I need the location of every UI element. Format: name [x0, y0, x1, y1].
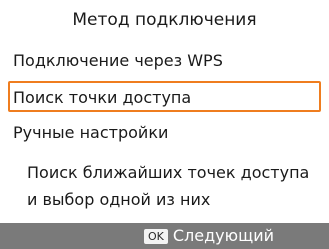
menu-item-wps[interactable]: Подключение через WPS: [8, 44, 321, 75]
option-description: Поиск ближайших точек доступа и выбор од…: [27, 159, 317, 213]
connection-method-screen: Метод подключения Подключение через WPS …: [0, 0, 329, 249]
menu-item-label: Подключение через WPS: [13, 51, 223, 70]
description-line: Поиск ближайших точек доступа: [27, 163, 310, 182]
menu-item-search-access-point[interactable]: Поиск точки доступа: [8, 81, 321, 112]
next-label: Следующий: [172, 226, 274, 245]
menu-item-manual-settings[interactable]: Ручные настройки: [8, 116, 321, 147]
menu-item-label: Поиск точки доступа: [13, 88, 192, 107]
footer-bar: OK Следующий: [0, 223, 329, 249]
screen-title: Метод подключения: [72, 10, 257, 30]
next-button[interactable]: OK Следующий: [144, 226, 274, 246]
menu-item-label: Ручные настройки: [13, 123, 169, 142]
ok-key-badge: OK: [144, 228, 168, 244]
description-line: и выбор одной из них: [27, 190, 211, 209]
